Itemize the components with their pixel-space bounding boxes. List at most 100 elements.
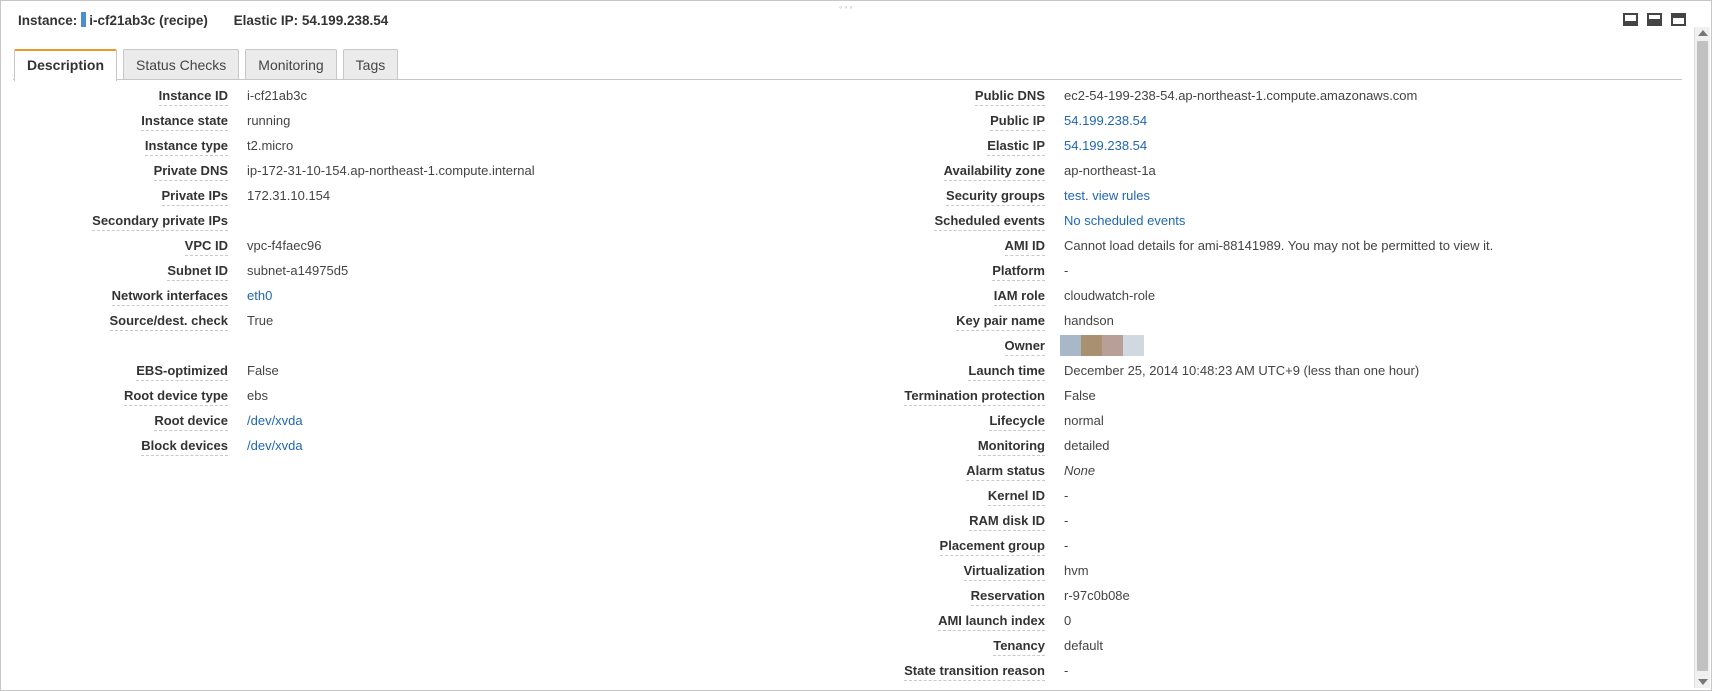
detail-row-secondary-private-ips: Secondary private IPs <box>0 208 880 233</box>
elastic-ip-value: 54.199.238.54 <box>301 13 389 28</box>
tab-status-checks[interactable]: Status Checks <box>123 49 240 80</box>
detail-row-root-device: Root device/dev/xvda <box>0 408 880 433</box>
detail-label: Owner <box>1004 338 1045 356</box>
detail-row-platform: Platform - <box>880 258 1680 283</box>
instance-label: Instance: <box>18 13 78 28</box>
detail-value: True <box>247 313 274 328</box>
detail-row-alarm-status: Alarm status None <box>880 458 1680 483</box>
detail-label: Termination protection <box>904 388 1045 406</box>
detail-value: - <box>1064 263 1069 278</box>
detail-row-public-ip: Public IP 54.199.238.54 <box>880 108 1680 133</box>
detail-value: None <box>1064 463 1096 478</box>
tab-monitoring[interactable]: Monitoring <box>245 49 337 80</box>
tab-tags[interactable]: Tags <box>342 49 399 80</box>
detail-label: Kernel ID <box>987 488 1045 506</box>
detail-value: ap-northeast-1a <box>1064 163 1156 178</box>
scroll-up-arrow-icon[interactable] <box>1698 30 1708 36</box>
detail-row-reservation: Reservation r-97c0b08e <box>880 583 1680 608</box>
detail-label: Instance ID <box>158 88 228 106</box>
right-column: Public DNS ec2-54-199-238-54.ap-northeast… <box>880 83 1680 683</box>
owner-redaction-block <box>1102 335 1123 356</box>
detail-value: 0 <box>1064 613 1072 628</box>
detail-label: Launch time <box>968 363 1045 381</box>
detail-row-private-ips: Private IPs 172.31.10.154 <box>0 183 880 208</box>
description-content: Instance ID i-cf21ab3c Instance state runn… <box>0 80 1682 686</box>
public-ip-link[interactable]: 54.199.238.54 <box>1064 113 1147 128</box>
detail-value: cloudwatch-role <box>1064 288 1156 303</box>
detail-label: Platform <box>992 263 1045 281</box>
detail-row-launch-time: Launch time December 25, 2014 10:48:23 AM… <box>880 358 1680 383</box>
detail-row-key-pair-name: Key pair name handson <box>880 308 1680 333</box>
detail-value: 172.31.10.154 <box>247 188 331 203</box>
scrollbar-thumb[interactable] <box>1697 41 1708 671</box>
detail-row-lifecycle: Lifecycle normal <box>880 408 1680 433</box>
detail-row-ebs-optimized: EBS-optimized False <box>0 358 880 383</box>
detail-row-owner: Owner <box>880 333 1680 358</box>
detail-label: Network interfaces <box>111 288 228 306</box>
detail-value: i-cf21ab3c <box>247 88 307 103</box>
detail-label: IAM role <box>993 288 1045 306</box>
detail-row-instance-id: Instance ID i-cf21ab3c <box>0 83 880 108</box>
detail-row-ami-id: AMI ID Cannot load details for ami-881419… <box>880 233 1680 258</box>
owner-redaction-block <box>1060 335 1081 356</box>
detail-value: False <box>1064 388 1096 403</box>
vertical-scrollbar[interactable] <box>1694 27 1710 688</box>
security-group-link[interactable]: test <box>1064 188 1085 203</box>
detail-value: vpc-f4faec96 <box>247 238 322 253</box>
detail-row-availability-zone: Availability zone ap-northeast-1a <box>880 158 1680 183</box>
scroll-down-arrow-icon[interactable] <box>1698 679 1708 685</box>
detail-row-spacer <box>0 333 880 358</box>
elastic-ip-link[interactable]: 54.199.238.54 <box>1064 138 1147 153</box>
detail-value: t2.micro <box>247 138 294 153</box>
detail-label: Alarm status <box>966 463 1045 481</box>
detail-value: December 25, 2014 10:48:23 AM UTC+9 (les… <box>1064 363 1420 378</box>
detail-row-vpc-id: VPC ID vpc-f4faec96 <box>0 233 880 258</box>
detail-label: Placement group <box>939 538 1045 556</box>
detail-label: Private IPs <box>161 188 228 206</box>
network-interface-link[interactable]: eth0 <box>247 288 272 303</box>
detail-row-elastic-ip: Elastic IP 54.199.238.54 <box>880 133 1680 158</box>
owner-redaction-block <box>1123 335 1144 356</box>
block-device-link[interactable]: /dev/xvda <box>247 438 303 453</box>
tab-description[interactable]: Description <box>14 49 118 81</box>
panel-header: Instance: i-cf21ab3c (recipe) Elastic IP:… <box>18 12 388 32</box>
detail-value: - <box>1064 488 1069 503</box>
detail-label: Scheduled events <box>934 213 1045 231</box>
root-device-link[interactable]: /dev/xvda <box>247 413 303 428</box>
detail-label: Secondary private IPs <box>92 213 228 231</box>
detail-label: Availability zone <box>943 163 1045 181</box>
detail-value: default <box>1064 638 1104 653</box>
detail-value: False <box>247 363 279 378</box>
tab-bar: Description Status Checks Monitoring Tag… <box>14 49 399 81</box>
detail-value: r-97c0b08e <box>1064 588 1130 603</box>
detail-label: Elastic IP <box>987 138 1045 156</box>
view-rules-link[interactable]: view rules <box>1092 188 1150 203</box>
detail-value: - <box>1064 538 1069 553</box>
detail-row-source-dest-check: Source/dest. check True <box>0 308 880 333</box>
detail-row-instance-state: Instance state running <box>0 108 880 133</box>
detail-label: Monitoring <box>977 438 1045 456</box>
detail-row-monitoring: Monitoring detailed <box>880 433 1680 458</box>
detail-label: Root device type <box>123 388 228 406</box>
detail-row-state-transition-reason: State transition reason - <box>880 658 1680 683</box>
instance-color-swatch <box>81 12 87 27</box>
detail-row-instance-type: Instance type t2.micro <box>0 133 880 158</box>
scheduled-events-link[interactable]: No scheduled events <box>1064 213 1185 228</box>
detail-label: Tenancy <box>993 638 1045 656</box>
detail-row-ami-launch-index: AMI launch index 0 <box>880 608 1680 633</box>
resize-grip-icon[interactable]: ◦◦◦ <box>839 3 855 12</box>
panel-size-controls <box>1623 13 1686 26</box>
detail-row-network-interfaces: Network interfaces eth0 <box>0 283 880 308</box>
detail-row-subnet-id: Subnet ID subnet-a14975d5 <box>0 258 880 283</box>
detail-label: Key pair name <box>956 313 1045 331</box>
detail-label: Virtualization <box>963 563 1045 581</box>
owner-redaction-block <box>1081 335 1102 356</box>
detail-row-scheduled-events: Scheduled events No scheduled events <box>880 208 1680 233</box>
half-panel-icon[interactable] <box>1647 13 1662 26</box>
detail-row-iam-role: IAM role cloudwatch-role <box>880 283 1680 308</box>
detail-row-termination-protection: Termination protection False <box>880 383 1680 408</box>
bottom-panel-icon[interactable] <box>1623 13 1638 26</box>
detail-label: RAM disk ID <box>969 513 1045 531</box>
detail-label: AMI launch index <box>938 613 1045 631</box>
full-panel-icon[interactable] <box>1671 13 1686 26</box>
